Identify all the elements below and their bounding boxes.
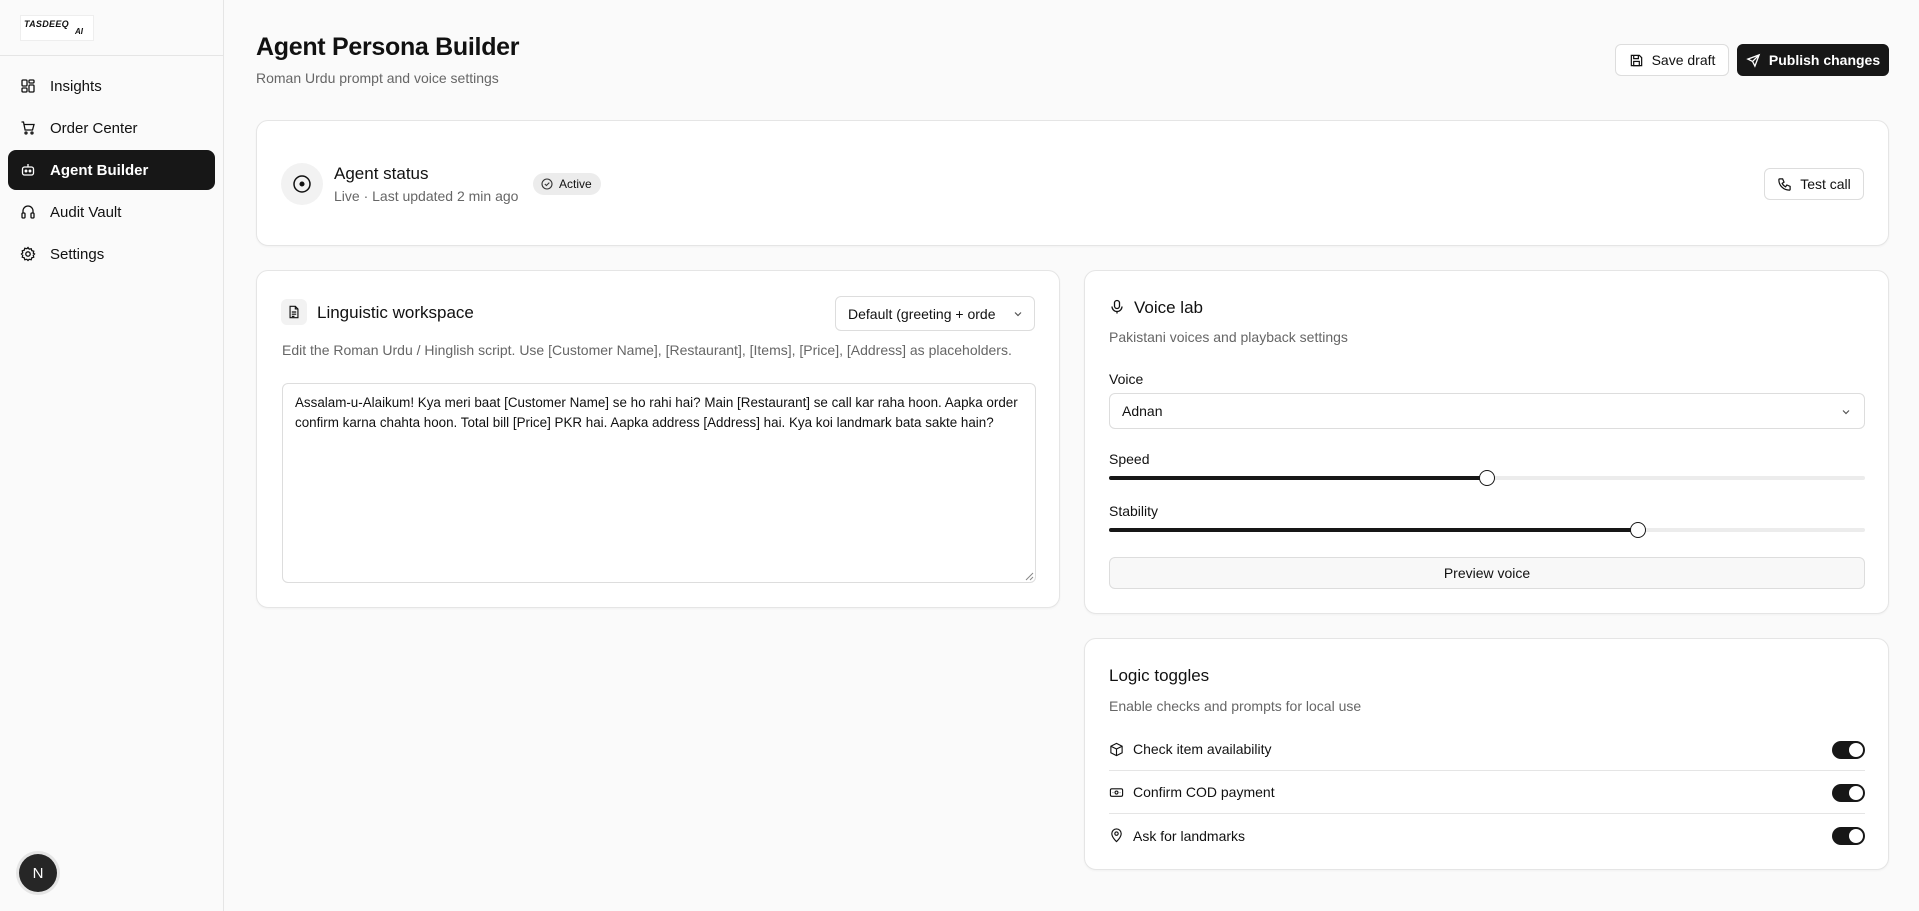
voice-select-value: Adnan — [1122, 403, 1163, 419]
gear-icon — [20, 246, 36, 262]
resize-handle-icon[interactable] — [1025, 572, 1034, 581]
agent-status-card: Agent status Live · Last updated 2 min a… — [256, 120, 1889, 246]
toggle-label: Ask for landmarks — [1133, 827, 1246, 844]
voice-lab-card: Voice lab Pakistani voices and playback … — [1084, 270, 1889, 614]
sidebar-item-insights[interactable]: Insights — [8, 66, 215, 106]
item-availability-toggle[interactable] — [1832, 741, 1865, 759]
sidebar-item-label: Settings — [50, 245, 105, 263]
sidebar-item-agent-builder[interactable]: Agent Builder — [8, 150, 215, 190]
chevron-down-icon — [1842, 410, 1850, 415]
cash-icon — [1109, 785, 1124, 800]
logo-line2: AI — [75, 26, 83, 36]
voice-label: Voice — [1109, 371, 1144, 387]
speed-slider-thumb[interactable] — [1479, 470, 1495, 486]
sidebar-item-label: Order Center — [50, 119, 138, 137]
voice-lab-subtitle: Pakistani voices and playback settings — [1109, 329, 1348, 345]
toggle-row-cod-payment: Confirm COD payment — [1109, 771, 1865, 814]
sidebar-item-order-center[interactable]: Order Center — [8, 108, 215, 148]
linguistic-help-text: Edit the Roman Urdu / Hinglish script. U… — [282, 342, 1012, 358]
map-pin-icon — [1109, 828, 1124, 843]
cart-icon — [20, 120, 36, 136]
sidebar-nav: Insights Order Center Agent Builder Audi… — [0, 56, 223, 274]
document-icon — [281, 299, 307, 325]
voice-select[interactable]: Adnan — [1109, 393, 1865, 429]
chevron-down-icon — [1014, 312, 1022, 317]
grid-icon — [20, 78, 36, 94]
toggle-row-item-availability: Check item availability — [1109, 728, 1865, 771]
script-template-select[interactable]: Default (greeting + orde — [835, 296, 1035, 331]
toggle-row-landmarks: Ask for landmarks — [1109, 814, 1865, 857]
script-editor-textarea[interactable]: Assalam-u-Alaikum! Kya meri baat [Custom… — [282, 383, 1036, 583]
sidebar-item-label: Audit Vault — [50, 203, 122, 221]
check-circle-icon — [541, 178, 553, 190]
stability-slider-thumb[interactable] — [1630, 522, 1647, 538]
page-subtitle: Roman Urdu prompt and voice settings — [256, 70, 499, 86]
landmarks-toggle[interactable] — [1832, 827, 1865, 845]
linguistic-workspace-card: Linguistic workspace Default (greeting +… — [256, 270, 1060, 608]
send-icon — [1746, 53, 1761, 68]
brand-logo[interactable]: TASDEEQ AI — [20, 14, 94, 41]
microphone-icon — [1111, 299, 1123, 314]
stability-slider-fill — [1109, 528, 1639, 532]
logic-toggles-title: Logic toggles — [1109, 666, 1210, 685]
save-draft-label: Save draft — [1651, 52, 1716, 68]
preview-voice-button[interactable]: Preview voice — [1109, 557, 1865, 589]
agent-status-title: Agent status — [334, 164, 429, 183]
toggle-label: Confirm COD payment — [1133, 784, 1275, 800]
save-icon — [1630, 54, 1642, 66]
box-icon — [1109, 742, 1124, 757]
stability-slider[interactable] — [1109, 522, 1865, 538]
speed-slider-fill — [1109, 476, 1487, 480]
vault-icon — [20, 204, 36, 220]
voice-lab-title: Voice lab — [1134, 298, 1203, 317]
test-call-button[interactable]: Test call — [1764, 168, 1864, 200]
save-draft-button[interactable]: Save draft — [1615, 44, 1729, 76]
publish-label: Publish changes — [1768, 52, 1881, 68]
user-avatar[interactable]: N — [19, 854, 57, 892]
speed-label: Speed — [1109, 451, 1150, 467]
sidebar-item-label: Agent Builder — [50, 161, 149, 179]
cod-payment-toggle[interactable] — [1832, 784, 1865, 802]
logic-toggles-subtitle: Enable checks and prompts for local use — [1109, 698, 1362, 714]
logic-toggles-card: Logic toggles Enable checks and prompts … — [1084, 638, 1889, 870]
sidebar-item-audit-vault[interactable]: Audit Vault — [8, 192, 215, 232]
status-badge: Active — [533, 173, 601, 195]
status-indicator-icon — [281, 163, 323, 205]
publish-changes-button[interactable]: Publish changes — [1737, 44, 1889, 76]
test-call-label: Test call — [1800, 176, 1851, 192]
stability-label: Stability — [1109, 503, 1159, 519]
sidebar-item-label: Insights — [50, 77, 102, 95]
bot-icon — [20, 162, 36, 178]
status-badge-label: Active — [559, 177, 592, 191]
agent-status-subtitle: Live · Last updated 2 min ago — [334, 188, 519, 204]
phone-icon — [1778, 177, 1791, 191]
logo-area: TASDEEQ AI — [0, 0, 223, 56]
script-template-value: Default (greeting + orde — [848, 305, 996, 322]
speed-slider[interactable] — [1109, 470, 1865, 486]
linguistic-workspace-title: Linguistic workspace — [317, 303, 474, 322]
sidebar-item-settings[interactable]: Settings — [8, 234, 215, 274]
sidebar: TASDEEQ AI Insights Order Center Agent B… — [0, 0, 224, 911]
toggle-label: Check item availability — [1133, 741, 1272, 757]
page-title: Agent Persona Builder — [256, 33, 520, 61]
